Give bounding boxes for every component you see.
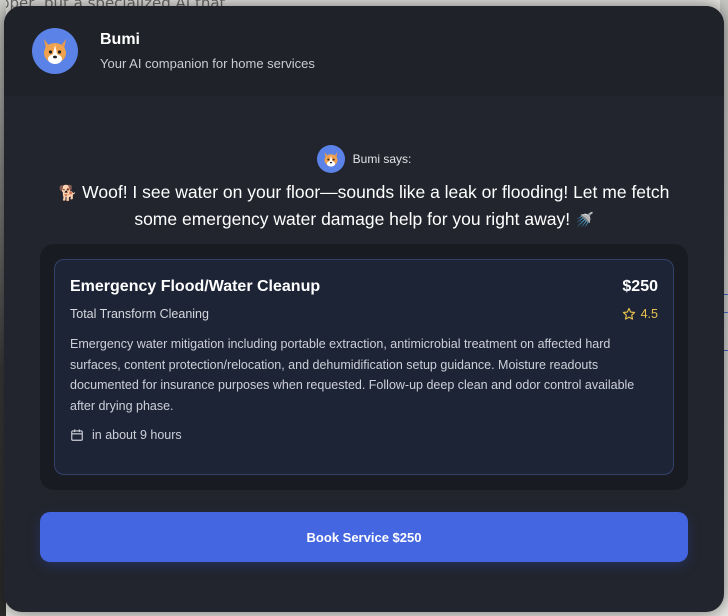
corgi-avatar-icon <box>316 145 345 173</box>
app-subtitle: Your AI companion for home services <box>100 56 315 71</box>
service-title: Emergency Flood/Water Cleanup <box>70 278 321 295</box>
assistant-message: 🐕 Woof! I see water on your floor—sounds… <box>4 179 724 233</box>
service-card[interactable]: Emergency Flood/Water Cleanup $250 Total… <box>54 259 674 475</box>
assistant-says-row: Bumi says: <box>4 145 724 173</box>
availability-row: in about 9 hours <box>70 428 658 442</box>
service-provider: Total Transform Cleaning <box>70 307 209 321</box>
service-description: Emergency water mitigation including por… <box>70 337 635 413</box>
service-price: $250 <box>622 278 658 295</box>
shower-emoji-icon: 🚿 <box>574 211 594 229</box>
rating-value: 4.5 <box>640 307 658 321</box>
assistant-modal: Bumi Your AI companion for home services… <box>4 6 724 612</box>
calendar-icon <box>71 429 83 441</box>
modal-header: Bumi Your AI companion for home services <box>4 6 724 96</box>
star-icon <box>622 307 635 320</box>
corgi-avatar-icon <box>32 28 78 74</box>
app-title: Bumi <box>100 31 140 48</box>
assistant-says-label: Bumi says: <box>352 152 412 166</box>
availability-text: in about 9 hours <box>92 428 182 442</box>
dog-emoji-icon: 🐕 <box>58 184 78 202</box>
book-service-button[interactable]: Book Service $250 <box>40 512 688 562</box>
service-rating: 4.5 <box>622 307 658 321</box>
service-card-container: Emergency Flood/Water Cleanup $250 Total… <box>40 244 688 490</box>
